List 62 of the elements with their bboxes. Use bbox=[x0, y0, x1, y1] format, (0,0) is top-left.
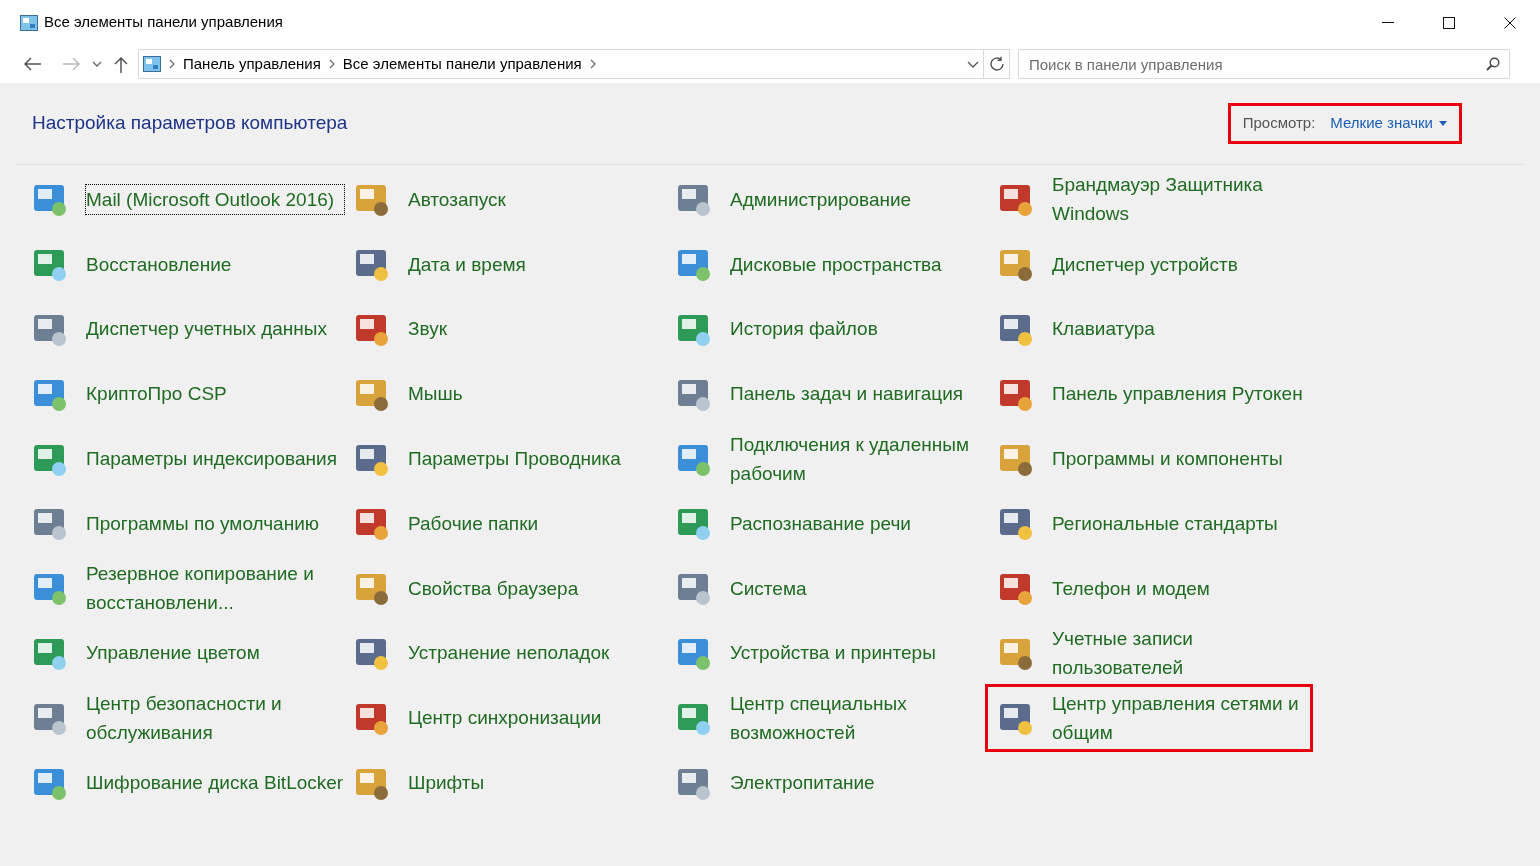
breadcrumb-link[interactable]: Все элементы панели управления bbox=[342, 52, 582, 76]
control-panel-item-link[interactable]: Брандмауэр Защитника Windows bbox=[1052, 170, 1310, 229]
control-panel-item-link[interactable]: Диспетчер учетных данных bbox=[86, 314, 344, 344]
control-panel-item-link[interactable]: Клавиатура bbox=[1052, 314, 1310, 344]
control-panel-item-link[interactable]: Региональные стандарты bbox=[1052, 508, 1310, 538]
refresh-button[interactable] bbox=[984, 49, 1010, 79]
control-panel-item-link[interactable]: Диспетчер устройств bbox=[1052, 249, 1310, 279]
chevron-right-icon bbox=[169, 59, 175, 69]
control-panel-item-link[interactable]: Дисковые пространства bbox=[730, 249, 988, 279]
window-title: Все элементы панели управления bbox=[44, 12, 283, 33]
page-heading: Настройка параметров компьютера bbox=[32, 111, 348, 136]
control-panel-item-link[interactable]: Телефон и модем bbox=[1052, 573, 1310, 603]
control-panel-item-link[interactable]: Мышь bbox=[408, 379, 666, 409]
view-label: Просмотр: bbox=[1242, 113, 1316, 134]
control-panel-item-link[interactable]: Центр специальных возможностей bbox=[730, 688, 988, 747]
control-panel-item-link[interactable]: Центр управления сетями и общим bbox=[1052, 688, 1310, 747]
control-panel-item-link[interactable]: Центр безопасности и обслуживания bbox=[86, 688, 344, 747]
control-panel-item-link[interactable]: Управление цветом bbox=[86, 638, 344, 668]
chevron-down-icon[interactable] bbox=[967, 60, 979, 68]
control-panel-item-link[interactable]: История файлов bbox=[730, 314, 988, 344]
control-panel-item-link[interactable]: Свойства браузера bbox=[408, 573, 666, 603]
control-panel-item-link[interactable]: Панель задач и навигация bbox=[730, 379, 988, 409]
control-panel-item-link[interactable]: Восстановление bbox=[86, 249, 344, 279]
control-panel-item-link[interactable]: Администрирование bbox=[730, 184, 988, 214]
control-panel-item-link[interactable]: КриптоПро CSP bbox=[86, 379, 344, 409]
control-panel-item-link[interactable]: Звук bbox=[408, 314, 666, 344]
chevron-right-icon bbox=[589, 59, 596, 69]
control-panel-item-link[interactable]: Распознавание речи bbox=[730, 508, 988, 538]
control-panel-item-link[interactable]: Параметры индексирования bbox=[86, 444, 344, 474]
control-panel-item-link[interactable]: Шрифты bbox=[408, 768, 666, 798]
maximize-icon bbox=[1442, 16, 1455, 29]
view-dropdown[interactable]: Мелкие значки bbox=[1330, 112, 1447, 135]
control-panel-item-link[interactable]: Mail (Microsoft Outlook 2016) bbox=[86, 184, 344, 214]
control-panel-icon bbox=[20, 14, 38, 31]
up-arrow-icon[interactable] bbox=[114, 55, 128, 73]
control-panel-item-link[interactable]: Программы и компоненты bbox=[1052, 444, 1310, 474]
control-panel-item-link[interactable]: Устройства и принтеры bbox=[730, 638, 988, 668]
control-panel-item-link[interactable]: Центр синхронизации bbox=[408, 703, 666, 733]
control-panel-item-link[interactable]: Дата и время bbox=[408, 249, 666, 279]
control-panel-item-link[interactable]: Резервное копирование и восстановлени... bbox=[86, 559, 344, 618]
refresh-icon bbox=[988, 56, 1005, 72]
address-bar[interactable]: Панель управления Все элементы панели управления bbox=[138, 49, 984, 79]
back-arrow-icon[interactable] bbox=[24, 57, 42, 71]
chevron-right-icon bbox=[328, 59, 335, 69]
control-panel-item-link[interactable]: Параметры Проводника bbox=[408, 444, 666, 474]
control-panel-item-link[interactable]: Рабочие папки bbox=[408, 508, 666, 538]
close-icon bbox=[1503, 16, 1516, 29]
search-field[interactable]: Поиск в панели управления bbox=[1018, 49, 1510, 79]
dropdown-caret-icon bbox=[1439, 121, 1447, 126]
chevron-down-icon[interactable] bbox=[92, 61, 102, 67]
control-panel-icon bbox=[143, 56, 161, 72]
control-panel-item-link[interactable]: Система bbox=[730, 573, 988, 603]
breadcrumb-link[interactable]: Панель управления bbox=[183, 52, 321, 76]
control-panel-item-link[interactable]: Устранение неполадок bbox=[408, 638, 666, 668]
control-panel-item-link[interactable]: Панель управления Рутокен bbox=[1052, 379, 1310, 409]
search-icon[interactable] bbox=[1486, 57, 1500, 71]
control-panel-item-link[interactable]: Учетные записи пользователей bbox=[1052, 623, 1310, 682]
control-panel-item-link[interactable]: Электропитание bbox=[730, 768, 988, 798]
control-panel-item-link[interactable]: Подключения к удаленным рабочим bbox=[730, 429, 988, 488]
control-panel-item-link[interactable]: Автозапуск bbox=[408, 184, 666, 214]
control-panel-item-link[interactable]: Шифрование диска BitLocker bbox=[86, 768, 344, 798]
control-panel-item-link[interactable]: Программы по умолчанию bbox=[86, 508, 344, 538]
